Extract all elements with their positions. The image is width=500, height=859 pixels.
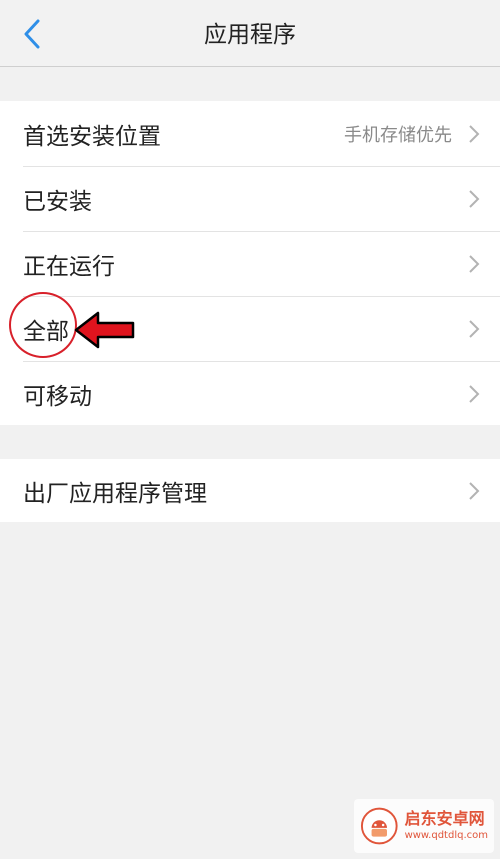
watermark-logo-icon <box>360 807 398 845</box>
row-label: 出厂应用程序管理 <box>23 480 207 507</box>
row-label: 已安装 <box>23 188 92 215</box>
chevron-right-icon <box>468 124 480 144</box>
settings-group-main: 首选安装位置 手机存储优先 已安装 正在运行 全部 可移动 <box>0 101 500 425</box>
row-factory-app-management[interactable]: 出厂应用程序管理 <box>0 459 500 522</box>
page-title: 应用程序 <box>204 22 296 48</box>
top-bar: 应用程序 <box>0 0 500 67</box>
row-label: 可移动 <box>23 383 92 410</box>
row-movable[interactable]: 可移动 <box>0 361 500 426</box>
chevron-right-icon <box>468 319 480 339</box>
watermark: 启东安卓网 www.qdtdlq.com <box>354 799 494 853</box>
chevron-right-icon <box>468 254 480 274</box>
row-running[interactable]: 正在运行 <box>0 231 500 296</box>
chevron-right-icon <box>468 384 480 404</box>
settings-group-factory: 出厂应用程序管理 <box>0 459 500 522</box>
row-installed[interactable]: 已安装 <box>0 166 500 231</box>
watermark-name: 启东安卓网 <box>404 809 485 828</box>
row-all[interactable]: 全部 <box>0 296 500 361</box>
row-value: 手机存储优先 <box>344 124 452 146</box>
row-label: 正在运行 <box>23 253 115 280</box>
row-preferred-install-location[interactable]: 首选安装位置 手机存储优先 <box>0 101 500 166</box>
chevron-right-icon <box>468 481 480 501</box>
chevron-right-icon <box>468 189 480 209</box>
watermark-url: www.qdtdlq.com <box>404 830 488 841</box>
row-label: 全部 <box>23 318 69 345</box>
row-label: 首选安装位置 <box>23 123 161 150</box>
